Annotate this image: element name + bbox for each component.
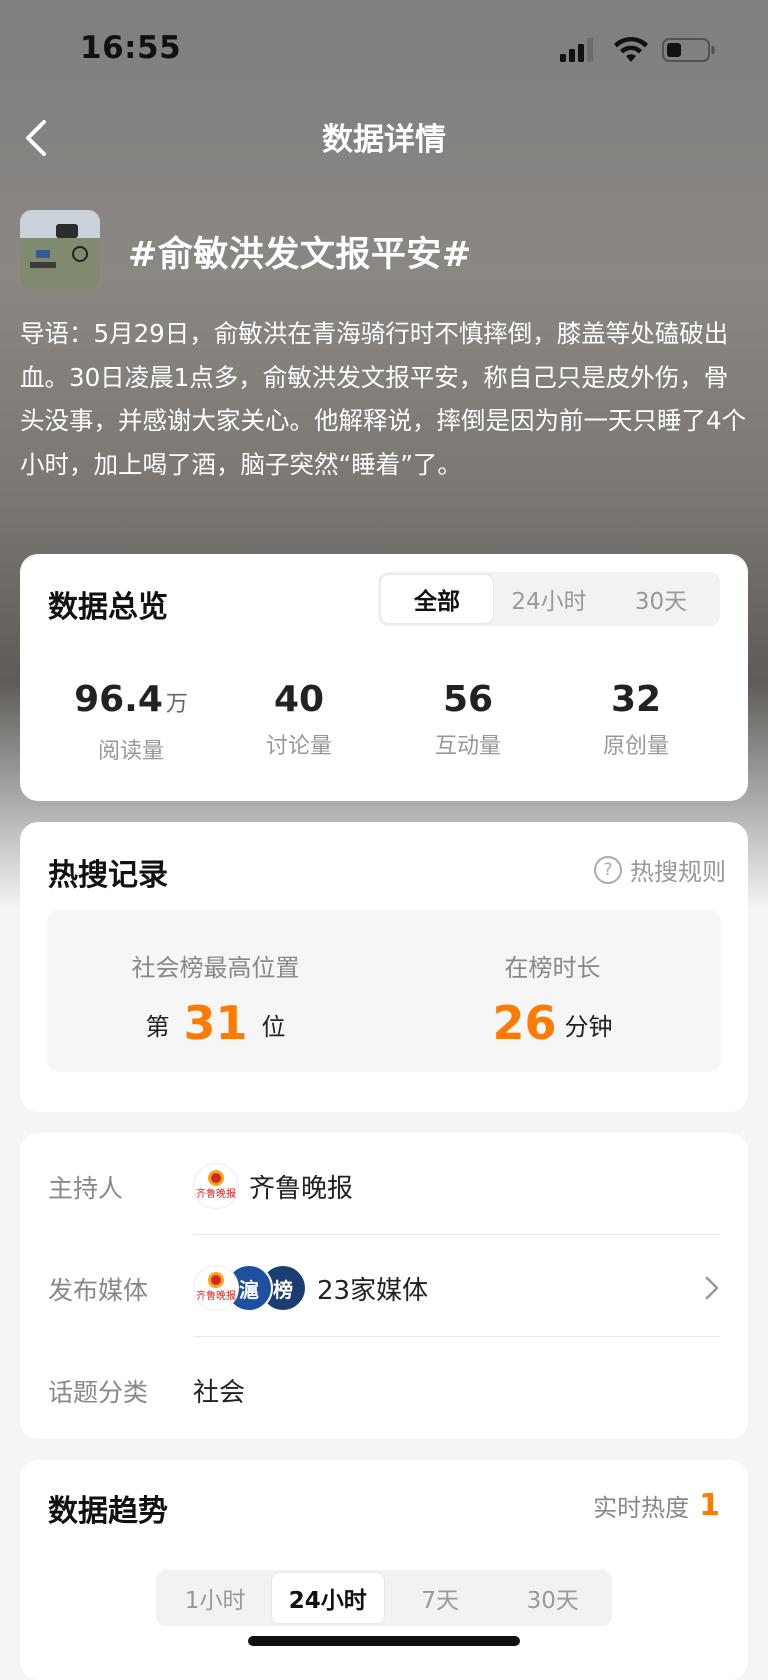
realtime-heat: 实时热度 1: [593, 1488, 720, 1523]
divider: [193, 1336, 720, 1337]
status-bar: 16:55: [0, 0, 768, 100]
stat-discussions-value: 40: [273, 679, 325, 720]
category-row: 话题分类 社会: [48, 1341, 720, 1439]
home-indicator: [248, 1636, 520, 1646]
chevron-right-icon: [705, 1276, 719, 1300]
time-on-list: 在榜时长 26 分钟: [384, 910, 721, 1072]
tab-1h[interactable]: 1小时: [159, 1573, 272, 1623]
media-row[interactable]: 发布媒体 齐鲁晚报 滬 榜 23家媒体: [48, 1239, 720, 1337]
tab-all[interactable]: 全部: [381, 575, 493, 623]
hot-search-stats: 社会榜最高位置 第 31 位 在榜时长 26 分钟: [47, 910, 721, 1072]
stat-reads-label: 阅读量: [97, 739, 164, 764]
svg-text:齐鲁晚报: 齐鲁晚报: [196, 1289, 236, 1302]
stat-discussions-label: 讨论量: [265, 734, 332, 759]
peak-suffix: 位: [261, 1013, 286, 1041]
stat-reads-value: 96.4: [74, 679, 163, 720]
host-row: 主持人 齐鲁晚报 齐鲁晚报: [48, 1137, 720, 1235]
battery-icon: [662, 38, 715, 62]
media-count: 23家媒体: [317, 1275, 429, 1306]
svg-text:齐鲁晚报: 齐鲁晚报: [196, 1187, 236, 1200]
peak-prefix: 第: [145, 1013, 170, 1041]
qilu-evening-news-logo: 齐鲁晚报: [193, 1163, 239, 1209]
tab-24h[interactable]: 24小时: [493, 575, 605, 623]
media-label: 发布媒体: [48, 1276, 149, 1305]
topic-intro: 导语：5月29日，俞敏洪在青海骑行时不慎摔倒，膝盖等处磕破出血。30日凌晨1点多…: [20, 319, 747, 479]
stat-reads: 96.4 万 阅读量: [46, 678, 216, 765]
peak-position-value: 31: [183, 996, 248, 1050]
trend-card: 数据趋势 实时热度 1 1小时 24小时 7天 30天: [20, 1460, 748, 1680]
time-on-list-value: 26: [492, 996, 557, 1050]
hot-search-rules-label: 热搜规则: [630, 858, 726, 886]
time-on-list-label: 在榜时长: [504, 954, 601, 982]
topic-info-card: 主持人 齐鲁晚报 齐鲁晚报 发布媒体 齐鲁晚报 滬 榜 23家媒体 话题分类 社…: [20, 1133, 748, 1439]
tab-24h[interactable]: 24小时: [271, 1573, 384, 1623]
stat-discussions: 40 讨论量: [214, 678, 384, 760]
divider: [193, 1234, 720, 1235]
category-value: 社会: [193, 1377, 246, 1408]
stat-reads-unit: 万: [165, 692, 188, 717]
stat-originals: 32 原创量: [551, 678, 721, 760]
overview-card: 数据总览 全部 24小时 30天 96.4 万 阅读量 40 讨论量 56 互动量…: [20, 554, 748, 801]
stat-interactions-label: 互动量: [434, 734, 501, 759]
trend-title: 数据趋势: [48, 1494, 168, 1529]
status-time: 16:55: [80, 30, 182, 66]
hot-search-title: 热搜记录: [48, 858, 168, 893]
host-name: 齐鲁晚报: [249, 1173, 354, 1204]
hot-search-rules-link[interactable]: ? 热搜规则: [594, 852, 726, 887]
host-label: 主持人: [48, 1174, 124, 1203]
stat-interactions: 56 互动量: [383, 678, 553, 760]
topic-title: #俞敏洪发文报平安#: [128, 235, 472, 275]
peak-position-label: 社会榜最高位置: [131, 954, 300, 982]
time-on-list-unit: 分钟: [564, 1013, 613, 1041]
wifi-icon: [614, 36, 648, 62]
hot-search-card: 热搜记录 ? 热搜规则 社会榜最高位置 第 31 位 在榜时长 26 分钟: [20, 822, 748, 1112]
tab-30d[interactable]: 30天: [605, 575, 717, 623]
peak-position: 社会榜最高位置 第 31 位: [47, 910, 384, 1072]
realtime-heat-value: 1: [699, 1488, 720, 1523]
stat-originals-label: 原创量: [602, 734, 669, 759]
realtime-heat-label: 实时热度: [593, 1494, 690, 1522]
nav-bar: 数据详情: [0, 100, 768, 170]
topic-thumbnail: [20, 210, 100, 290]
tab-7d[interactable]: 7天: [384, 1573, 497, 1623]
topic-header: #俞敏洪发文报平安#: [20, 210, 740, 290]
overview-range-tabs: 全部 24小时 30天: [378, 572, 720, 626]
category-label: 话题分类: [48, 1378, 149, 1407]
question-icon: ?: [594, 855, 622, 884]
page-title: 数据详情: [322, 122, 446, 158]
tab-30d[interactable]: 30天: [497, 1573, 610, 1623]
stat-originals-value: 32: [610, 679, 662, 720]
signal-icon: [560, 38, 593, 62]
trend-range-tabs: 1小时 24小时 7天 30天: [156, 1570, 612, 1626]
overview-title: 数据总览: [48, 590, 168, 625]
media-logo-qilu: 齐鲁晚报: [193, 1265, 239, 1311]
stat-interactions-value: 56: [442, 679, 494, 720]
